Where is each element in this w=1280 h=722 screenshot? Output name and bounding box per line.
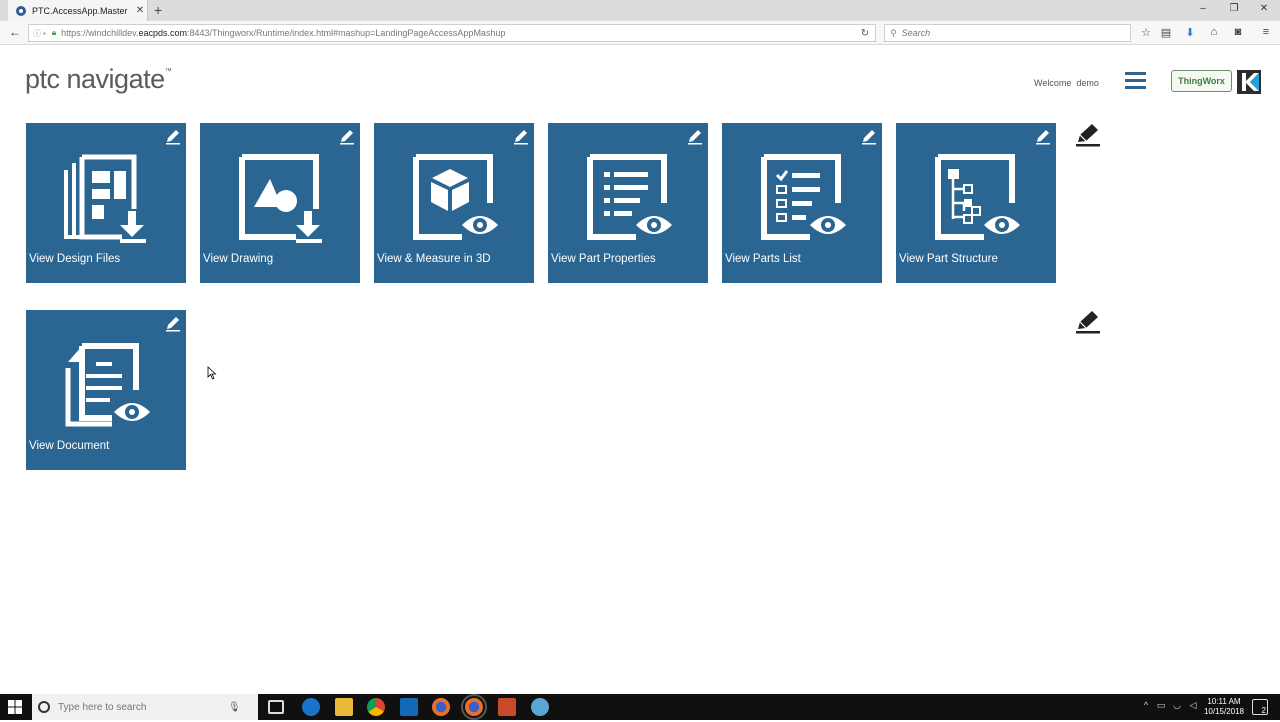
close-window-icon[interactable]: ✕ (1257, 3, 1271, 14)
edit-row-pencil-icon[interactable] (1074, 309, 1102, 335)
browser-tab-bar: PTC.AccessApp.Master ✕ + – ❐ ✕ (0, 0, 1280, 21)
chrome-icon[interactable] (367, 698, 385, 716)
notification-center-icon[interactable]: 2 (1252, 699, 1268, 715)
main-menu-button[interactable] (1125, 72, 1146, 89)
document-icon (65, 343, 150, 427)
pencil-edit-icon[interactable] (164, 127, 182, 145)
pencil-edit-icon[interactable] (512, 127, 530, 145)
address-bar[interactable]: ⓘ▪ 🔒︎ https://windchilldev.eacpds.com:84… (28, 24, 876, 42)
edit-row-pencil-icon[interactable] (1074, 122, 1102, 148)
volume-icon[interactable]: ◁ (1186, 700, 1200, 711)
tile-label: View & Measure in 3D (377, 253, 491, 265)
info-icon[interactable]: ⓘ▪ (33, 28, 48, 39)
search-icon: ⚲ (890, 27, 897, 38)
browser-search-input[interactable] (901, 28, 1102, 38)
url-text: https://windchilldev.eacpds.com:8443/Thi… (61, 28, 506, 38)
browser-tab[interactable]: PTC.AccessApp.Master ✕ (8, 0, 148, 21)
bookmark-star-icon[interactable]: ☆ (1138, 26, 1154, 39)
design-files-icon (64, 154, 146, 243)
reading-list-icon[interactable]: ▤ (1158, 26, 1174, 39)
task-view-icon[interactable] (268, 700, 284, 714)
part-structure-icon (935, 154, 1020, 240)
favicon-icon (16, 5, 26, 16)
windows-taskbar: 🎙︎ ^ ▭ ◡ ◁ 10:11 AM 10/15/2018 2 (0, 694, 1280, 720)
username: demo (1076, 78, 1099, 88)
date: 10/15/2018 (1203, 707, 1245, 716)
ptc-navigate-logo: ptc navigate™ (25, 64, 172, 94)
reload-icon[interactable]: ↻ (855, 28, 875, 39)
tile-view-document[interactable]: View Document (26, 310, 186, 470)
company-logo-icon (1237, 70, 1261, 94)
time: 10:11 AM (1207, 697, 1241, 706)
network-icon[interactable]: ▭ (1154, 700, 1168, 711)
tray-expand-icon[interactable]: ^ (1139, 700, 1153, 710)
3d-cube-icon (413, 154, 498, 240)
tile-view-measure-3d[interactable]: View & Measure in 3D (374, 123, 534, 283)
downloads-icon[interactable]: ⬇ (1182, 26, 1198, 39)
lock-icon: 🔒︎ (51, 28, 57, 37)
pencil-edit-icon[interactable] (860, 127, 878, 145)
browser-menu-icon[interactable]: ≡ (1258, 26, 1274, 38)
tile-view-drawing[interactable]: View Drawing (200, 123, 360, 283)
pocket-icon[interactable]: ◙ (1230, 26, 1246, 38)
minimize-icon[interactable]: – (1196, 3, 1210, 14)
restore-icon[interactable]: ❐ (1227, 3, 1241, 14)
microphone-icon[interactable]: 🎙︎ (228, 702, 241, 713)
edge-browser-icon[interactable] (302, 698, 320, 716)
wifi-icon[interactable]: ◡ (1170, 700, 1184, 711)
parts-list-icon (761, 154, 846, 240)
tile-view-parts-list[interactable]: View Parts List (722, 123, 882, 283)
close-tab-icon[interactable]: ✕ (133, 5, 147, 16)
firefox-icon[interactable] (432, 698, 450, 716)
thingworx-logo: ThingWorx (1171, 70, 1232, 92)
browser-search-box[interactable]: ⚲ (884, 24, 1131, 42)
mouse-cursor-icon (207, 366, 217, 380)
back-arrow-icon[interactable]: ← (9, 25, 21, 39)
tile-view-design-files[interactable]: View Design Files (26, 123, 186, 283)
firefox-active-icon[interactable] (461, 694, 487, 720)
tile-label: View Design Files (29, 253, 121, 265)
file-explorer-icon[interactable] (335, 698, 353, 716)
pencil-edit-icon[interactable] (1034, 127, 1052, 145)
part-properties-icon (587, 154, 672, 240)
home-icon[interactable]: ⌂ (1206, 26, 1222, 38)
tile-view-part-properties[interactable]: View Part Properties (548, 123, 708, 283)
pencil-edit-icon[interactable] (338, 127, 356, 145)
drawing-icon (239, 154, 322, 243)
tile-view-part-structure[interactable]: View Part Structure (896, 123, 1056, 283)
tile-label: View Part Properties (551, 253, 656, 265)
welcome-text: Welcome demo (1034, 78, 1099, 88)
new-tab-icon[interactable]: + (154, 2, 162, 18)
taskbar-search-box[interactable]: 🎙︎ (32, 694, 258, 720)
tab-title: PTC.AccessApp.Master (32, 5, 128, 16)
pencil-edit-icon[interactable] (686, 127, 704, 145)
outlook-icon[interactable] (400, 698, 418, 716)
tile-label: View Parts List (725, 253, 801, 265)
snowflake-app-icon[interactable] (531, 698, 549, 716)
tile-label: View Drawing (203, 253, 274, 265)
taskbar-clock[interactable]: 10:11 AM 10/15/2018 (1200, 697, 1248, 717)
browser-nav-bar: ← ⓘ▪ 🔒︎ https://windchilldev.eacpds.com:… (0, 21, 1280, 45)
powerpoint-icon[interactable] (498, 698, 516, 716)
tile-label: View Document (29, 440, 110, 452)
pencil-edit-icon[interactable] (164, 314, 182, 332)
tile-label: View Part Structure (899, 253, 998, 265)
cortana-icon (38, 701, 50, 713)
taskbar-search-input[interactable] (58, 701, 228, 713)
windows-start-icon[interactable] (7, 699, 23, 715)
